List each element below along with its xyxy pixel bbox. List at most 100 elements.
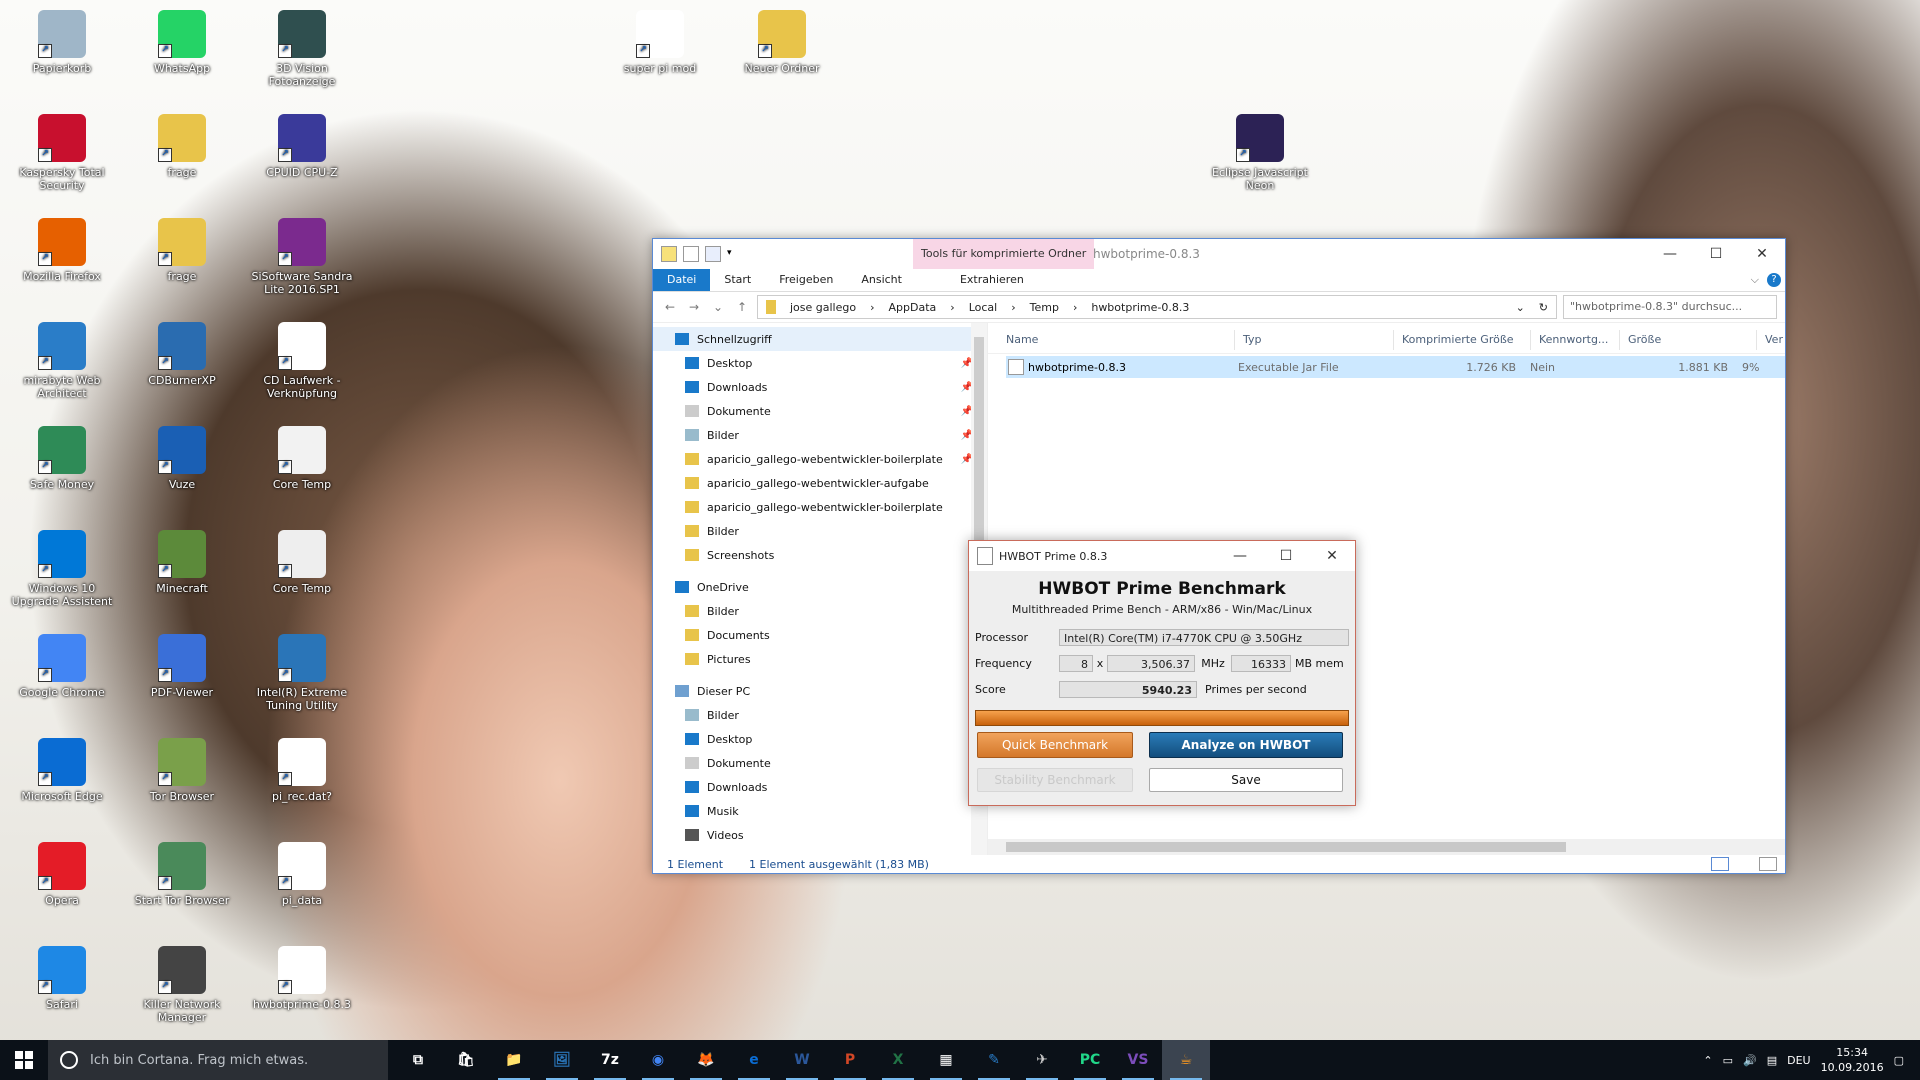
desktop-icon[interactable]: ↗ hwbotprime-0.8.3 xyxy=(250,946,354,1011)
desktop-icon[interactable]: ↗ Windows 10 Upgrade Assistent xyxy=(10,530,114,608)
volume-icon[interactable]: 🔊 xyxy=(1743,1054,1757,1067)
edge-icon[interactable]: e xyxy=(730,1040,778,1080)
breadcrumb-1[interactable]: AppData xyxy=(889,301,937,314)
sidebar-item[interactable]: Bilder xyxy=(653,703,987,727)
sidebar-item[interactable]: aparicio_gallego-webentwickler-boilerpla… xyxy=(653,447,987,471)
breadcrumb-4[interactable]: hwbotprime-0.8.3 xyxy=(1091,301,1189,314)
sidebar-item[interactable]: Dokumente 📌 xyxy=(653,399,987,423)
clock[interactable]: 15:34 10.09.2016 xyxy=(1821,1045,1884,1075)
breadcrumb-3[interactable]: Temp xyxy=(1030,301,1059,314)
web-architect-icon[interactable]: ✎ xyxy=(970,1040,1018,1080)
task-view-icon[interactable]: ⧉ xyxy=(394,1040,442,1080)
desktop-icon[interactable]: ↗ Vuze xyxy=(130,426,234,491)
desktop-icon[interactable]: ↗ mirabyte Web Architect xyxy=(10,322,114,400)
visual-studio-icon[interactable]: VS xyxy=(1114,1040,1162,1080)
language-indicator[interactable]: DEU xyxy=(1787,1054,1810,1067)
minimize-button[interactable]: — xyxy=(1217,541,1263,571)
sidebar-item[interactable]: Downloads 📌 xyxy=(653,375,987,399)
tab-freigeben[interactable]: Freigeben xyxy=(765,269,847,291)
desktop-icon[interactable]: ↗ Safe Money xyxy=(10,426,114,491)
sidebar-item[interactable]: Bilder xyxy=(653,519,987,543)
desktop-icon[interactable]: ↗ pi_data xyxy=(250,842,354,907)
col-name[interactable]: Name xyxy=(998,330,1235,350)
sidebar-item[interactable]: aparicio_gallego-webentwickler-aufgabe xyxy=(653,471,987,495)
refresh-icon[interactable]: ↻ xyxy=(1539,301,1548,314)
desktop-icon[interactable]: ↗ Opera xyxy=(10,842,114,907)
sidebar-item[interactable]: Musik xyxy=(653,799,987,823)
sidebar-item[interactable]: Screenshots xyxy=(653,543,987,567)
path-dropdown-icon[interactable]: ⌄ xyxy=(1516,301,1525,314)
back-icon[interactable]: ← xyxy=(661,300,679,314)
close-button[interactable]: ✕ xyxy=(1309,541,1355,571)
col-ratio[interactable]: Ver xyxy=(1757,330,1785,350)
desktop-icon[interactable]: ↗ CPUID CPU-Z xyxy=(250,114,354,179)
cortana-search[interactable]: Ich bin Cortana. Frag mich etwas. xyxy=(48,1040,388,1080)
desktop-icon[interactable]: ↗ pi_rec.dat? xyxy=(250,738,354,803)
hwbot-title-bar[interactable]: HWBOT Prime 0.8.3 — ☐ ✕ xyxy=(969,541,1355,571)
col-type[interactable]: Typ xyxy=(1235,330,1394,350)
sidebar-item[interactable]: Videos xyxy=(653,823,987,847)
address-bar[interactable]: jose gallego › AppData › Local › Temp › … xyxy=(757,295,1557,319)
java-icon[interactable]: ☕ xyxy=(1162,1040,1210,1080)
maximize-button[interactable]: ☐ xyxy=(1693,239,1739,269)
desktop-icon[interactable]: ↗ Safari xyxy=(10,946,114,1011)
sidebar-item[interactable]: Dieser PC xyxy=(653,679,987,703)
store-icon[interactable]: 🛍 xyxy=(442,1040,490,1080)
file-explorer-icon[interactable]: 📁 xyxy=(490,1040,538,1080)
notification-icon[interactable]: ▤ xyxy=(1767,1054,1777,1067)
game-icon[interactable]: ✈ xyxy=(1018,1040,1066,1080)
sidebar-item[interactable]: OneDrive xyxy=(653,575,987,599)
breadcrumb-0[interactable]: jose gallego xyxy=(790,301,856,314)
desktop-icon[interactable]: ↗ PDF-Viewer xyxy=(130,634,234,699)
sidebar-item[interactable]: Desktop 📌 xyxy=(653,351,987,375)
maximize-button[interactable]: ☐ xyxy=(1263,541,1309,571)
ribbon-expand-icon[interactable]: ⌵ xyxy=(1743,273,1767,287)
explorer-title-bar[interactable]: ▾ Tools für komprimierte Ordner hwbotpri… xyxy=(653,239,1785,269)
recent-dropdown-icon[interactable]: ⌄ xyxy=(709,300,727,314)
desktop-icon[interactable]: ↗ Intel(R) Extreme Tuning Utility xyxy=(250,634,354,712)
network-icon[interactable]: ▭ xyxy=(1723,1054,1733,1067)
sidebar-item[interactable]: Dokumente xyxy=(653,751,987,775)
tray-overflow-icon[interactable]: ⌃ xyxy=(1703,1054,1712,1067)
table-row[interactable]: hwbotprime-0.8.3 Executable Jar File 1.7… xyxy=(1006,356,1785,378)
sidebar-item[interactable]: Documents xyxy=(653,623,987,647)
desktop-icon[interactable]: ↗ Kaspersky Total Security xyxy=(10,114,114,192)
calculator-icon[interactable]: ▦ xyxy=(922,1040,970,1080)
minimize-button[interactable]: — xyxy=(1647,239,1693,269)
desktop-icon[interactable]: ↗ Eclipse Javascript Neon xyxy=(1208,114,1312,192)
photos-icon[interactable]: 🖼 xyxy=(538,1040,586,1080)
tab-extrahieren[interactable]: Extrahieren xyxy=(946,269,1038,291)
pycharm-icon[interactable]: PC xyxy=(1066,1040,1114,1080)
save-button[interactable]: Save xyxy=(1149,768,1343,792)
desktop-icon[interactable]: ↗ Core Temp xyxy=(250,426,354,491)
sidebar-item[interactable]: aparicio_gallego-webentwickler-boilerpla… xyxy=(653,495,987,519)
horizontal-scrollbar[interactable] xyxy=(988,839,1785,855)
desktop-icon[interactable]: ↗ Minecraft xyxy=(130,530,234,595)
desktop-icon[interactable]: ↗ frage xyxy=(130,114,234,179)
new-folder-icon[interactable] xyxy=(705,246,721,262)
desktop-icon[interactable]: ↗ Microsoft Edge xyxy=(10,738,114,803)
large-icons-view-icon[interactable] xyxy=(1759,857,1777,871)
powerpoint-icon[interactable]: P xyxy=(826,1040,874,1080)
dropdown-icon[interactable]: ▾ xyxy=(727,246,741,260)
firefox-icon[interactable]: 🦊 xyxy=(682,1040,730,1080)
search-input[interactable]: "hwbotprime-0.8.3" durchsuc... xyxy=(1563,295,1777,319)
desktop-icon[interactable]: ↗ Google Chrome xyxy=(10,634,114,699)
analyze-on-hwbot-button[interactable]: Analyze on HWBOT xyxy=(1149,732,1343,758)
tab-ansicht[interactable]: Ansicht xyxy=(847,269,916,291)
breadcrumb-2[interactable]: Local xyxy=(969,301,998,314)
word-icon[interactable]: W xyxy=(778,1040,826,1080)
7zip-icon[interactable]: 7z xyxy=(586,1040,634,1080)
sidebar-item[interactable]: Pictures xyxy=(653,647,987,671)
sidebar-item[interactable]: Bilder 📌 xyxy=(653,423,987,447)
desktop-icon[interactable]: ↗ CD Laufwerk - Verknüpfung xyxy=(250,322,354,400)
desktop-icon[interactable]: ↗ SiSoftware Sandra Lite 2016.SP1 xyxy=(250,218,354,296)
close-button[interactable]: ✕ xyxy=(1739,239,1785,269)
quick-benchmark-button[interactable]: Quick Benchmark xyxy=(977,732,1133,758)
desktop-icon[interactable]: ↗ CDBurnerXP xyxy=(130,322,234,387)
chrome-icon[interactable]: ◉ xyxy=(634,1040,682,1080)
col-compressed[interactable]: Komprimierte Größe xyxy=(1394,330,1531,350)
sidebar-item[interactable]: Desktop xyxy=(653,727,987,751)
col-size[interactable]: Größe xyxy=(1620,330,1757,350)
desktop-icon[interactable]: ↗ Tor Browser xyxy=(130,738,234,803)
